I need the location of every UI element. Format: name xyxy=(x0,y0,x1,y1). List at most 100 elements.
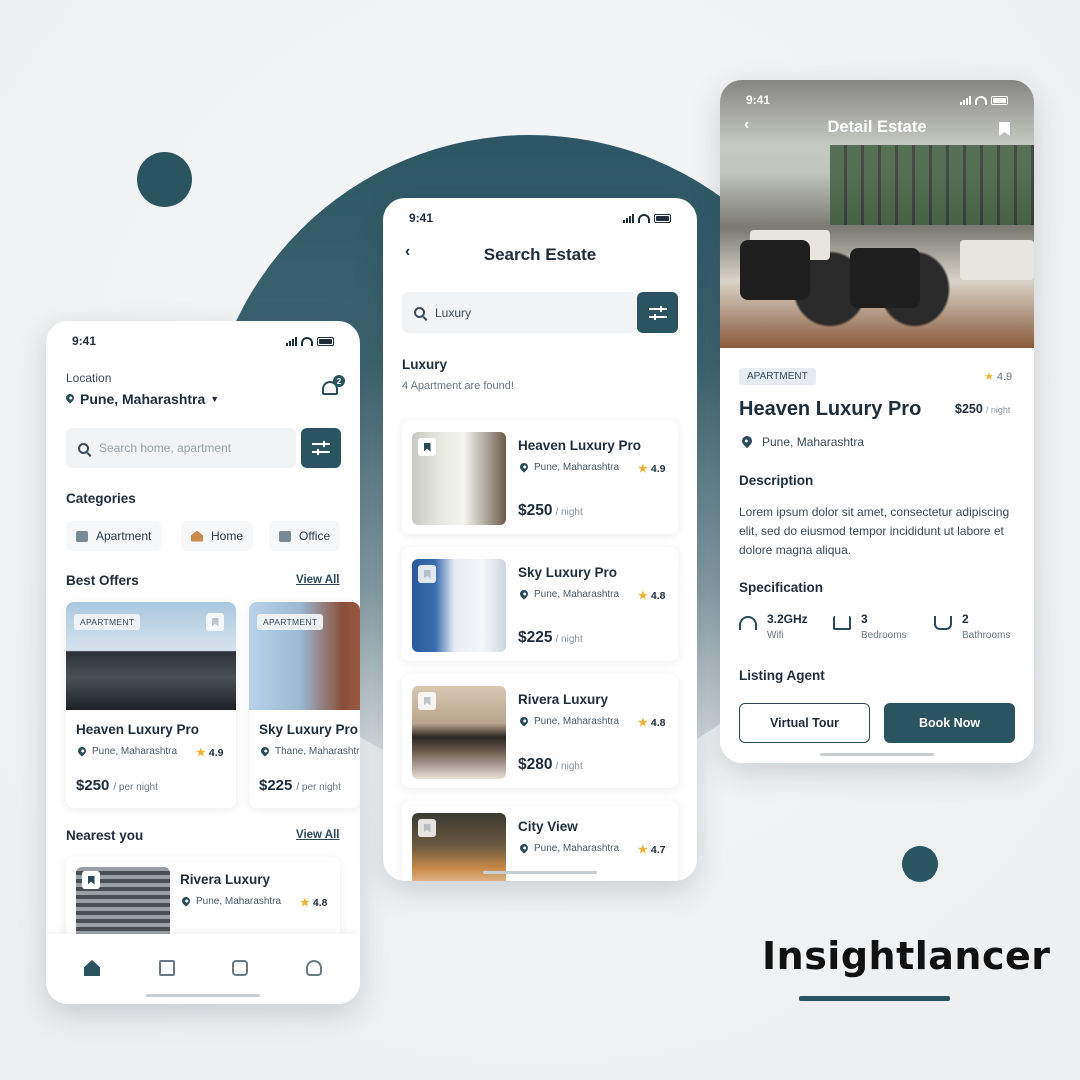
star-icon: ★ xyxy=(638,590,648,602)
detail-screen-phone: 9:41 ‹ Detail Estate APARTMENT ★ 4.9 Heav… xyxy=(720,80,1034,763)
wifi-icon xyxy=(301,336,313,346)
category-chip-apartment[interactable]: Apartment xyxy=(66,521,162,551)
filter-icon xyxy=(312,441,330,455)
status-bar: 9:41 xyxy=(46,321,360,361)
star-icon: ★ xyxy=(196,747,206,759)
battery-icon xyxy=(317,336,334,346)
category-label: Home xyxy=(211,529,244,543)
price-unit: / per night xyxy=(296,782,341,793)
search-input[interactable]: Luxury xyxy=(402,292,637,333)
filter-button[interactable] xyxy=(301,428,341,468)
categories-title: Categories xyxy=(66,491,136,506)
price-unit: / per night xyxy=(113,782,158,793)
office-icon xyxy=(279,530,291,542)
nearest-title: Nearest you xyxy=(66,828,144,843)
location-value: Pune, Maharashtra xyxy=(80,391,206,407)
result-card[interactable]: Heaven Luxury Pro Pune, Maharashtra ★ 4.9… xyxy=(402,420,678,534)
bookmark-icon[interactable] xyxy=(418,819,436,837)
brand-underline xyxy=(799,996,950,1001)
location-text: Thane, Maharashtra xyxy=(275,746,360,757)
location-text: Pune, Maharashtra xyxy=(762,435,865,449)
virtual-tour-button[interactable]: Virtual Tour xyxy=(739,703,870,743)
spec-wifi: 3.2GHz Wifi xyxy=(739,612,808,641)
result-card[interactable]: Sky Luxury Pro Pune, Maharashtra ★ 4.8 $2… xyxy=(402,547,678,661)
property-rating: ★ 4.8 xyxy=(638,716,665,729)
location-text: Pune, Maharashtra xyxy=(534,716,620,727)
price-value: $225 xyxy=(518,629,553,646)
property-name: Sky Luxury Pro xyxy=(259,722,359,737)
rating-value: 4.8 xyxy=(650,717,666,729)
building-icon xyxy=(76,530,88,542)
home-indicator xyxy=(820,753,934,756)
category-chip-office[interactable]: Office xyxy=(269,521,341,551)
home-icon[interactable] xyxy=(84,960,100,976)
offer-card[interactable]: APARTMENT Heaven Luxury Pro Pune, Mahara… xyxy=(66,602,236,808)
price-value: $250 xyxy=(518,502,553,519)
mail-icon[interactable] xyxy=(232,960,248,976)
filter-button[interactable] xyxy=(637,292,678,333)
property-rating: ★ 4.9 xyxy=(196,746,223,759)
home-screen-phone: 9:41 Location Pune, Maharashtra ▼ 2 Sear… xyxy=(46,321,360,1004)
property-rating: ★ 4.7 xyxy=(638,843,665,856)
specification-title: Specification xyxy=(739,580,824,595)
bookmark-icon[interactable] xyxy=(82,871,100,889)
property-location: Pune, Maharashtra xyxy=(739,433,865,449)
best-offers-title: Best Offers xyxy=(66,573,139,588)
bookmark-icon[interactable] xyxy=(418,692,436,710)
bookmark-icon[interactable] xyxy=(418,438,436,456)
location-pin-icon xyxy=(259,744,271,757)
home-indicator xyxy=(146,994,260,997)
signal-icon xyxy=(960,95,971,105)
brand-name: Insightlancer xyxy=(762,934,1051,978)
price-value: $250 xyxy=(76,777,110,794)
price-unit: / night xyxy=(555,761,583,772)
property-location: Pune, Maharashtra xyxy=(518,587,619,600)
results-count: 4 Apartment are found! xyxy=(402,380,514,392)
spec-label: Bedrooms xyxy=(861,630,907,641)
property-location: Thane, Maharashtra xyxy=(259,744,360,757)
property-rating: ★ 4.8 xyxy=(300,896,327,909)
battery-icon xyxy=(991,95,1008,105)
results-title: Luxury xyxy=(402,357,448,372)
property-price: $250/ per night xyxy=(76,777,158,794)
spec-label: Bathrooms xyxy=(962,630,1011,641)
wifi-icon xyxy=(975,95,987,105)
property-location: Pune, Maharashtra xyxy=(76,744,177,757)
result-card[interactable]: Rivera Luxury Pune, Maharashtra ★ 4.8 $28… xyxy=(402,674,678,788)
property-location: Pune, Maharashtra xyxy=(518,460,620,473)
price-unit: / night xyxy=(985,405,1011,415)
category-chip-home[interactable]: Home xyxy=(181,521,254,551)
property-price: $225/ night xyxy=(518,629,583,647)
result-card[interactable]: City View Pune, Maharashtra ★ 4.7 xyxy=(402,801,678,881)
location-selector[interactable]: Pune, Maharashtra ▼ xyxy=(64,391,219,407)
signal-icon xyxy=(286,336,297,346)
property-name: Heaven Luxury Pro xyxy=(76,722,200,737)
search-icon xyxy=(414,307,425,318)
book-now-button[interactable]: Book Now xyxy=(884,703,1015,743)
category-label: Office xyxy=(299,529,331,543)
property-type-tag: APARTMENT xyxy=(739,368,816,385)
spec-value: 3.2GHz xyxy=(767,612,808,626)
spec-value: 2 xyxy=(962,612,969,626)
property-type-tag: APARTMENT xyxy=(257,614,324,630)
location-text: Pune, Maharashtra xyxy=(534,462,620,473)
status-bar: 9:41 xyxy=(383,198,697,238)
search-placeholder: Search home, apartment xyxy=(99,441,232,455)
bookmark-icon[interactable] xyxy=(159,960,175,976)
nearest-view-all-link[interactable]: View All xyxy=(296,829,339,841)
location-label: Location xyxy=(66,371,112,385)
offer-card[interactable]: APARTMENT Sky Luxury Pro Thane, Maharash… xyxy=(249,602,360,808)
location-pin-icon xyxy=(518,587,530,600)
hero-window xyxy=(830,145,1034,225)
hero-sofa xyxy=(960,240,1034,280)
bookmark-icon[interactable] xyxy=(418,565,436,583)
bed-icon xyxy=(833,616,851,630)
property-name: Sky Luxury Pro xyxy=(518,565,618,580)
bookmark-icon[interactable] xyxy=(206,613,224,631)
best-offers-view-all-link[interactable]: View All xyxy=(296,574,339,586)
profile-icon[interactable] xyxy=(306,960,322,976)
property-name: Rivera Luxury xyxy=(518,692,609,707)
search-input[interactable]: Search home, apartment xyxy=(66,428,296,468)
status-time: 9:41 xyxy=(746,93,771,107)
filter-icon xyxy=(648,305,667,320)
